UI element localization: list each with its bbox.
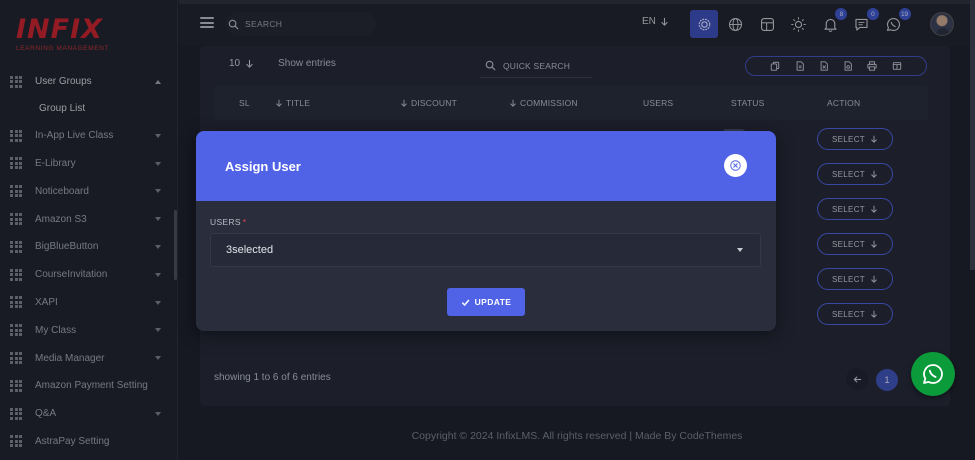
modal-close-button[interactable] <box>724 154 747 177</box>
users-multiselect[interactable]: 3selected <box>210 233 761 267</box>
modal-title: Assign User <box>225 159 301 174</box>
users-field-label: USERS * <box>210 217 246 227</box>
modal-header: Assign User <box>196 131 776 201</box>
users-selected-value: 3selected <box>226 244 274 256</box>
close-icon <box>730 160 741 171</box>
whatsapp-float-button[interactable] <box>911 352 955 396</box>
required-mark: * <box>242 217 247 227</box>
assign-user-modal: Assign User USERS * 3selected UPDATE <box>196 131 776 331</box>
users-label-text: USERS <box>210 217 241 227</box>
update-label: UPDATE <box>474 297 512 307</box>
caret-down-icon <box>737 248 743 252</box>
update-button[interactable]: UPDATE <box>447 288 525 316</box>
check-icon <box>461 299 470 306</box>
whatsapp-icon <box>923 364 943 384</box>
